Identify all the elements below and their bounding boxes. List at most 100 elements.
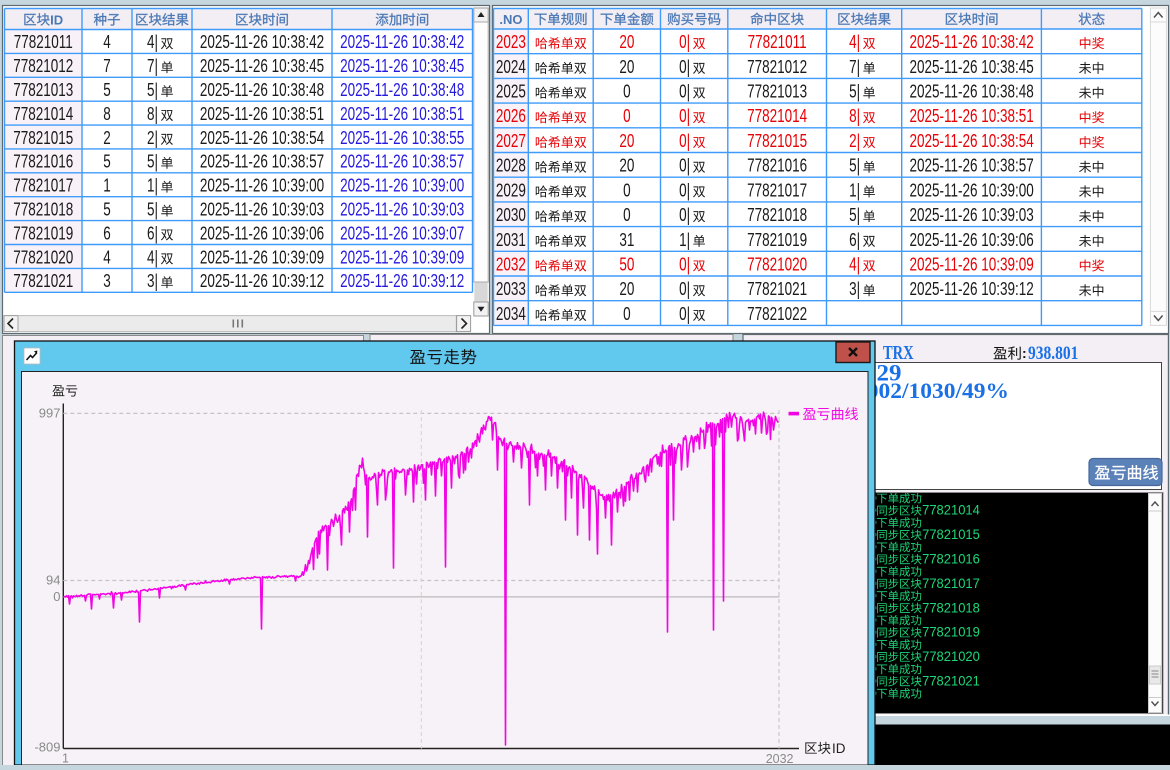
svg-text:2025-11-26 10:39:03: 2025-11-26 10:39:03 [910, 205, 1034, 225]
svg-text:0|: 0| [679, 32, 690, 52]
svg-text:77821011: 77821011 [14, 32, 73, 52]
svg-text:6|: 6| [849, 230, 860, 250]
svg-text:-809: -809 [34, 740, 60, 755]
svg-text:77821018: 77821018 [747, 205, 807, 225]
svg-text:8: 8 [103, 104, 111, 124]
svg-text:2025-11-26 10:38:48: 2025-11-26 10:38:48 [340, 80, 464, 100]
svg-text:3|: 3| [147, 271, 158, 291]
svg-text:0|: 0| [679, 279, 690, 299]
svg-text:2025-11-26 10:38:57: 2025-11-26 10:38:57 [340, 152, 464, 172]
svg-text:5|: 5| [147, 80, 158, 100]
svg-text:77821014: 77821014 [747, 106, 807, 126]
svg-text:2025-11-26 10:38:42: 2025-11-26 10:38:42 [200, 32, 324, 52]
svg-text:2025-11-26 10:39:06: 2025-11-26 10:39:06 [200, 223, 324, 243]
svg-text:20: 20 [619, 279, 634, 299]
svg-text:2025-11-26 10:38:55: 2025-11-26 10:38:55 [340, 128, 464, 148]
svg-text:2025-11-26 10:39:12: 2025-11-26 10:39:12 [200, 271, 324, 291]
svg-text:77821014: 77821014 [13, 104, 73, 124]
svg-text:0|: 0| [679, 82, 690, 102]
svg-text:2030: 2030 [496, 205, 526, 225]
svg-text:0|: 0| [679, 156, 690, 176]
svg-text:77821021: 77821021 [13, 271, 73, 291]
svg-text:77821019: 77821019 [13, 223, 73, 243]
svg-text:4|: 4| [147, 32, 158, 52]
svg-text:2031: 2031 [496, 230, 526, 250]
svg-text:31: 31 [619, 230, 634, 250]
svg-text:0: 0 [623, 304, 631, 324]
svg-text:1|: 1| [147, 176, 158, 196]
svg-text:77821018: 77821018 [13, 200, 73, 220]
svg-text:0|: 0| [679, 57, 690, 77]
svg-text:5|: 5| [147, 200, 158, 220]
svg-text:7|: 7| [147, 56, 158, 76]
svg-text:20: 20 [619, 32, 634, 52]
svg-text:77821012: 77821012 [747, 57, 807, 77]
svg-text:2025-11-26 10:38:48: 2025-11-26 10:38:48 [910, 82, 1034, 102]
svg-text:3|: 3| [849, 279, 860, 299]
svg-text:2025-11-26 10:39:00: 2025-11-26 10:39:00 [910, 180, 1034, 200]
svg-text:77821015: 77821015 [922, 527, 980, 543]
svg-text:77821011: 77821011 [748, 32, 807, 52]
svg-text:2024: 2024 [496, 57, 526, 77]
svg-text:2029: 2029 [496, 180, 526, 200]
svg-text:7: 7 [103, 56, 111, 76]
svg-text:2025-11-26 10:39:09: 2025-11-26 10:39:09 [340, 247, 464, 267]
svg-text:2025-11-26 10:39:03: 2025-11-26 10:39:03 [340, 200, 464, 220]
svg-text:5|: 5| [147, 152, 158, 172]
svg-text:7|: 7| [849, 57, 860, 77]
svg-text:ID: ID [832, 741, 846, 756]
svg-text:2027: 2027 [496, 131, 526, 151]
svg-text:0: 0 [53, 589, 60, 604]
svg-text:5: 5 [103, 200, 111, 220]
svg-text:2025-11-26 10:39:07: 2025-11-26 10:39:07 [340, 223, 464, 243]
svg-text:2032: 2032 [766, 752, 794, 765]
svg-text:0|: 0| [679, 106, 690, 126]
svg-text:4|: 4| [147, 247, 158, 267]
svg-text:2|: 2| [849, 131, 860, 151]
svg-text:2025-11-26 10:38:42: 2025-11-26 10:38:42 [340, 32, 464, 52]
svg-text:6: 6 [103, 223, 111, 243]
svg-text:20: 20 [619, 156, 634, 176]
svg-text:2026: 2026 [496, 106, 526, 126]
svg-text:5002/1030/49%: 5002/1030/49% [855, 379, 1009, 403]
svg-text:0|: 0| [679, 131, 690, 151]
svg-text:2025-11-26 10:38:45: 2025-11-26 10:38:45 [340, 56, 464, 76]
svg-text:2025-11-26 10:39:09: 2025-11-26 10:39:09 [200, 247, 324, 267]
svg-text:2|: 2| [147, 128, 158, 148]
svg-text:2025-11-26 10:38:57: 2025-11-26 10:38:57 [910, 156, 1034, 176]
svg-text:2025-11-26 10:38:57: 2025-11-26 10:38:57 [200, 152, 324, 172]
svg-text:77821018: 77821018 [922, 600, 980, 616]
svg-text:4|: 4| [849, 32, 860, 52]
svg-text:5: 5 [103, 80, 111, 100]
svg-text:0: 0 [623, 82, 631, 102]
svg-text:2025-11-26 10:39:00: 2025-11-26 10:39:00 [200, 176, 324, 196]
svg-text:2025-11-26 10:38:54: 2025-11-26 10:38:54 [910, 131, 1034, 151]
svg-text:2025-11-26 10:39:03: 2025-11-26 10:39:03 [200, 200, 324, 220]
svg-text:77821012: 77821012 [13, 56, 73, 76]
svg-text:77821017: 77821017 [922, 575, 980, 591]
svg-text:0: 0 [623, 180, 631, 200]
svg-text:77821021: 77821021 [922, 673, 980, 689]
svg-text:77821014: 77821014 [922, 502, 980, 518]
svg-text:4|: 4| [849, 254, 860, 274]
svg-text:2028: 2028 [496, 156, 526, 176]
svg-text:77821020: 77821020 [747, 254, 807, 274]
svg-text:2032: 2032 [496, 254, 526, 274]
svg-text:0|: 0| [679, 304, 690, 324]
svg-text:2025-11-26 10:39:06: 2025-11-26 10:39:06 [910, 230, 1034, 250]
svg-text:77821022: 77821022 [747, 304, 807, 324]
svg-text:2025: 2025 [496, 82, 526, 102]
svg-text:2025-11-26 10:38:51: 2025-11-26 10:38:51 [340, 104, 464, 124]
svg-text:50: 50 [619, 254, 634, 274]
svg-text:77821020: 77821020 [922, 649, 980, 665]
svg-text:5: 5 [103, 152, 111, 172]
svg-text:77821016: 77821016 [13, 152, 73, 172]
svg-text:5|: 5| [849, 205, 860, 225]
svg-text:2: 2 [103, 128, 111, 148]
svg-text:5|: 5| [849, 82, 860, 102]
svg-text:0: 0 [623, 106, 631, 126]
svg-text:77821016: 77821016 [747, 156, 807, 176]
svg-text:2025-11-26 10:39:00: 2025-11-26 10:39:00 [340, 176, 464, 196]
svg-text:2025-11-26 10:38:51: 2025-11-26 10:38:51 [200, 104, 324, 124]
svg-text:77821015: 77821015 [13, 128, 73, 148]
